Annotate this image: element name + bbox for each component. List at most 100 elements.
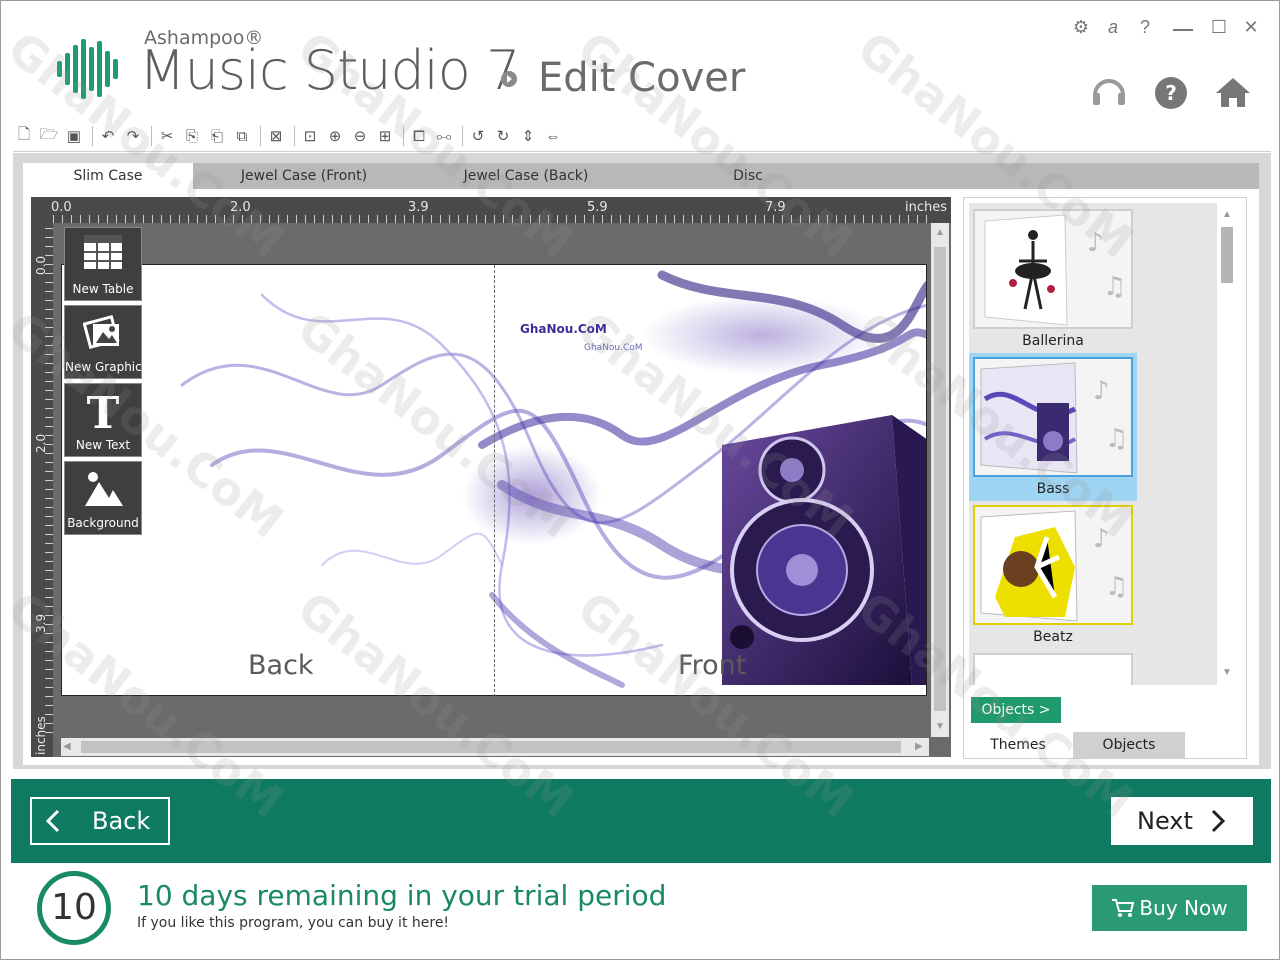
minimize-icon[interactable] [1173,29,1193,31]
theme-item-beatz[interactable]: ♪ ♫ Beatz [969,501,1137,649]
page-title: Edit Cover [538,55,746,101]
send-back-icon[interactable]: ⧟ [433,125,455,147]
new-graphic-button[interactable]: New Graphic [64,305,142,379]
buy-now-label: Buy Now [1139,896,1228,920]
scroll-thumb[interactable] [934,247,946,711]
svg-text:♪: ♪ [1087,228,1104,258]
ruler-label: 3.9 [408,200,429,215]
scroll-up-icon[interactable]: ▲ [935,227,945,238]
themes-scrollbar[interactable]: ▲ ▼ [1219,203,1235,685]
copy-icon[interactable]: ⎘ [181,125,203,147]
tab-jewel-case-front[interactable]: Jewel Case (Front) [193,163,415,189]
tab-themes[interactable]: Themes [963,732,1073,758]
panel-tabs: Themes Objects [963,732,1247,758]
breadcrumb-separator-icon [501,71,517,87]
rotate-left-icon[interactable]: ↺ [467,125,489,147]
toolbar-divider [92,126,93,146]
bring-front-icon[interactable]: ⧠ [408,125,430,147]
ruler-label: 7.9 [765,200,786,215]
svg-text:♫: ♫ [1105,572,1128,602]
delete-icon[interactable]: ⊠ [265,125,287,147]
home-icon[interactable] [1213,73,1253,113]
cover-canvas[interactable]: GhaNou.CoM GhaNou.CoM Back Front [61,264,927,696]
toolbar-divider [151,126,152,146]
svg-text:♫: ♫ [1103,272,1126,302]
table-icon [84,235,122,269]
theme-item-ballerina[interactable]: ♪ ♫ Ballerina [969,205,1137,353]
cover-text-watermark-small[interactable]: GhaNou.CoM [584,343,643,353]
navigation-bar [11,779,1271,863]
cover-text-watermark[interactable]: GhaNou.CoM [520,322,607,336]
scroll-left-icon[interactable]: ◀ [63,741,71,752]
trial-subtitle: If you like this program, you can buy it… [137,915,450,931]
toolbar-divider-line [13,151,1271,152]
svg-text:♪: ♪ [1093,376,1110,406]
maximize-icon[interactable]: ☐ [1207,17,1231,38]
canvas-vertical-scrollbar[interactable]: ▲ ▼ [931,223,949,737]
scroll-down-icon[interactable]: ▼ [1222,667,1232,678]
rotate-right-icon[interactable]: ↻ [492,125,514,147]
theme-thumbnail: ♪ ♫ [973,357,1133,477]
tool-label: New Graphic [65,360,142,374]
tab-jewel-case-back[interactable]: Jewel Case (Back) [415,163,637,189]
tab-objects[interactable]: Objects [1073,732,1185,758]
cut-icon[interactable]: ✂ [156,125,178,147]
scroll-thumb[interactable] [1221,227,1233,283]
scroll-up-icon[interactable]: ▲ [1222,209,1232,220]
scroll-thumb[interactable] [81,741,901,753]
settings-gear-icon[interactable]: ⚙ [1069,17,1093,38]
ashampoo-menu-icon[interactable]: a [1101,17,1125,38]
speaker-image [722,415,926,685]
buy-now-button[interactable]: Buy Now [1092,885,1247,931]
theme-item-bass[interactable]: ♪ ♫ Bass [969,353,1137,501]
spine-fold-line [494,265,495,695]
tab-slim-case[interactable]: Slim Case [23,163,193,189]
toolbar-divider [294,126,295,146]
scroll-down-icon[interactable]: ▼ [935,721,945,732]
help-circle-icon[interactable]: ? [1151,73,1191,113]
ruler-ticks [53,215,929,223]
open-folder-icon[interactable]: 🗁 [38,125,60,147]
new-file-icon[interactable]: 🗋 [13,125,35,147]
next-button[interactable]: Next [1111,797,1253,845]
scroll-right-icon[interactable]: ▶ [915,741,923,752]
chevron-left-icon [45,809,60,833]
background-icon [85,472,123,506]
theme-name: Ballerina [1022,333,1084,349]
flip-horizontal-icon[interactable]: ⇔ [542,125,564,147]
zoom-in-icon[interactable]: ⊕ [324,125,346,147]
zoom-out-icon[interactable]: ⊖ [349,125,371,147]
tool-label: Background [67,516,139,530]
close-icon[interactable]: ✕ [1239,17,1263,38]
theme-thumbnail: ♪ ♫ [973,505,1133,625]
zoom-fit-icon[interactable]: ⊡ [299,125,321,147]
new-table-button[interactable]: New Table [64,227,142,301]
svg-text:♫: ♫ [1105,424,1128,454]
toolbar-divider [403,126,404,146]
objects-button[interactable]: Objects > [971,697,1061,723]
background-button[interactable]: Background [64,461,142,535]
chevron-right-icon [1211,809,1226,833]
front-side-label: Front [678,650,747,681]
ruler-ticks [45,223,53,733]
cart-icon [1112,899,1135,917]
paste-icon[interactable]: ⎗ [206,125,228,147]
theme-item-next[interactable] [969,649,1137,685]
redo-icon[interactable]: ↷ [122,125,144,147]
support-headset-icon[interactable] [1089,73,1129,113]
flip-vertical-icon[interactable]: ⇕ [517,125,539,147]
save-icon[interactable]: ▣ [63,125,85,147]
new-text-button[interactable]: T New Text [64,383,142,457]
editor-toolbar: 🗋 🗁 ▣ ↶ ↷ ✂ ⎘ ⎗ ⧉ ⊠ ⊡ ⊕ ⊖ ⊞ ⧠ ⧟ ↺ ↻ ⇕ ⇔ [13,123,567,149]
duplicate-icon[interactable]: ⧉ [231,125,253,147]
theme-thumbnail: ♪ ♫ [973,209,1133,329]
back-button[interactable]: Back [30,797,170,845]
help-question-icon[interactable]: ? [1133,17,1157,38]
theme-thumbnail [973,653,1133,685]
app-window: Ashampoo® Music Studio 7 Edit Cover ⚙ a … [0,0,1280,960]
zoom-selection-icon[interactable]: ⊞ [374,125,396,147]
tab-disc[interactable]: Disc [637,163,859,189]
back-side-label: Back [248,650,314,681]
undo-icon[interactable]: ↶ [97,125,119,147]
canvas-horizontal-scrollbar[interactable]: ◀ ▶ [61,738,929,756]
